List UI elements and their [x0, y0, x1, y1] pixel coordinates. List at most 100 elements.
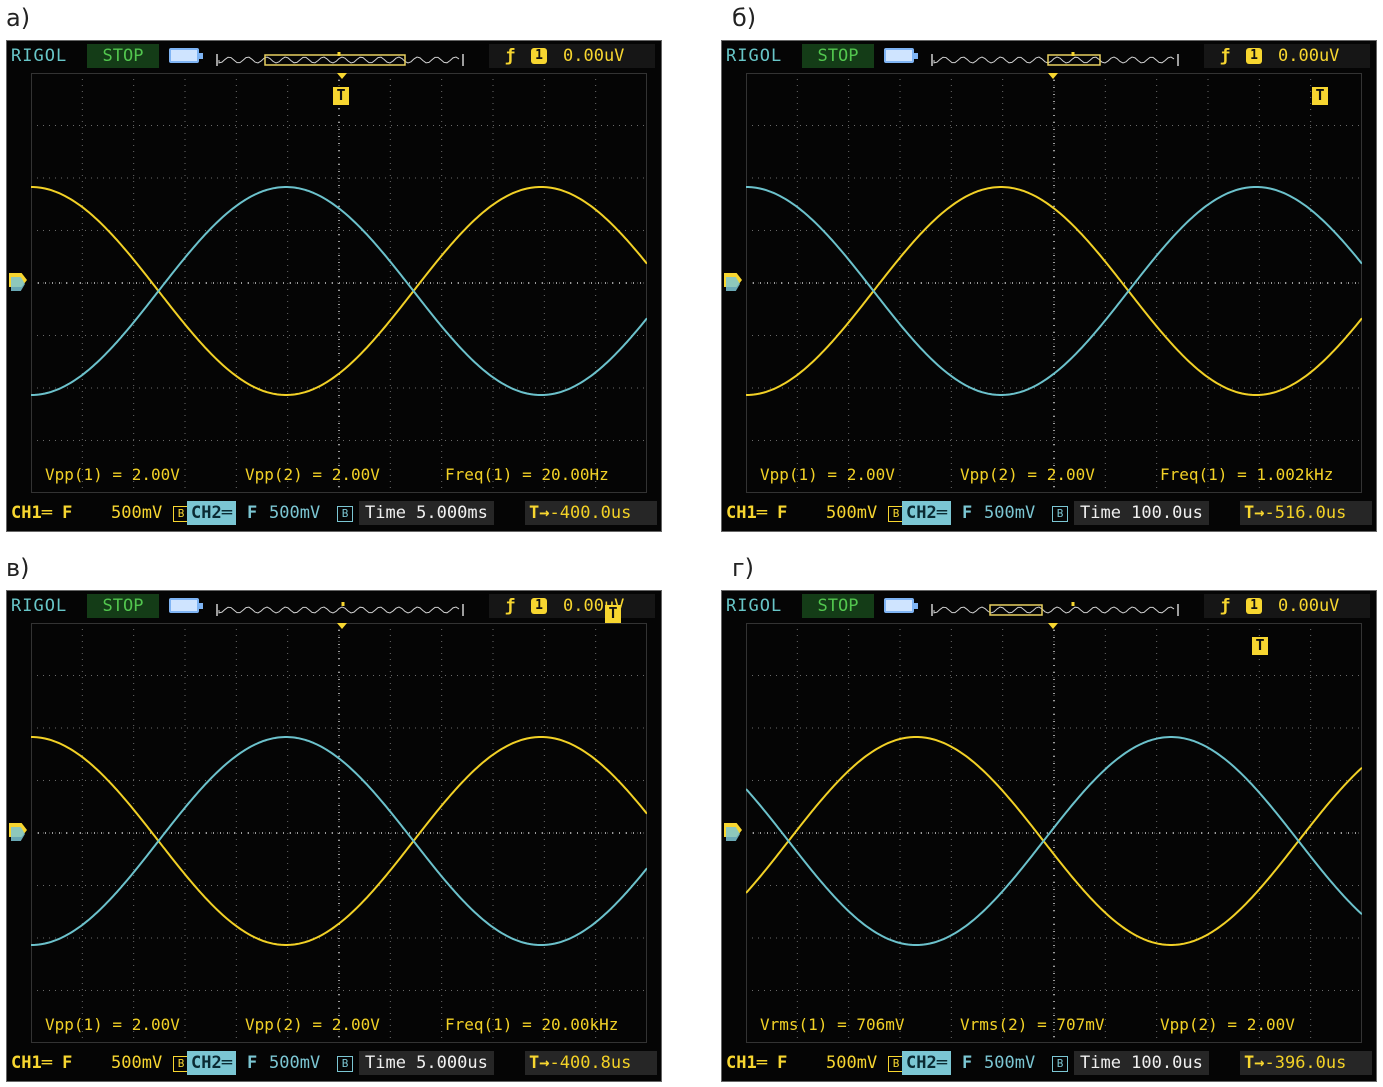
- trigger-settings[interactable]: ƒ 1 0.00uV: [1204, 594, 1370, 618]
- trigger-level-marker[interactable]: T: [1312, 87, 1328, 105]
- trigger-level: 0.00uV: [563, 46, 625, 66]
- oscilloscope-panel: RIGOL STOP ƒ 1 0.00uV T Vpp(1) = 2.00V Vpp(2) =…: [721, 40, 1377, 532]
- trigger-delay-value: -516.0us: [1264, 503, 1347, 523]
- battery-icon: [884, 598, 918, 613]
- waveform-grid: [31, 73, 647, 493]
- ch1-volts-div[interactable]: 500mV: [111, 499, 162, 527]
- ch1-volts-div[interactable]: 500mV: [826, 1049, 877, 1077]
- ch2-volts-div[interactable]: 500mV: [269, 1049, 320, 1077]
- waveform-grid: [746, 73, 1362, 493]
- trigger-source-badge: 1: [531, 598, 547, 614]
- rising-edge-icon: ƒ: [505, 46, 516, 66]
- measurement-readout: Vpp(2) = 2.00V: [245, 465, 380, 484]
- timebase-readout[interactable]: Time 100.0us: [1074, 501, 1209, 525]
- measurement-readout: Freq(1) = 20.00Hz: [445, 465, 609, 484]
- brand-label: RIGOL: [726, 46, 783, 66]
- ch2-bandwidth-limit-icon: B: [337, 506, 353, 522]
- ch2-volts-div[interactable]: 500mV: [269, 499, 320, 527]
- trigger-offset-icon: T→: [529, 1053, 550, 1073]
- timebase-readout[interactable]: Time 5.000ms: [359, 501, 494, 525]
- bottom-status-bar: CH1═ F 500mV B CH2═ F 500mV B Time 5.000ms T→-40…: [7, 499, 661, 527]
- ch1-coupling[interactable]: CH1═ F: [11, 1049, 72, 1077]
- panel-letter-v: в): [6, 554, 30, 582]
- trigger-delay-readout[interactable]: T→-400.0us: [525, 501, 657, 525]
- trigger-source-badge: 1: [531, 48, 547, 64]
- trigger-delay-readout[interactable]: T→-516.0us: [1240, 501, 1372, 525]
- waveform-display[interactable]: [746, 623, 1362, 1043]
- rising-edge-icon: ƒ: [1220, 46, 1231, 66]
- waveform-display[interactable]: [31, 73, 647, 493]
- battery-icon: [169, 48, 203, 63]
- ch2-bandwidth-limit-icon: B: [337, 1056, 353, 1072]
- memory-position-indicator[interactable]: [215, 598, 465, 616]
- ch2-coupling[interactable]: CH2═: [187, 501, 236, 525]
- rising-edge-icon: ƒ: [505, 596, 516, 616]
- measurement-readout: Vrms(1) = 706mV: [760, 1015, 905, 1034]
- ch2-bandwidth-limit-icon: B: [1052, 1056, 1068, 1072]
- oscilloscope-panel: RIGOL STOP ƒ 1 0.00uV T Vrms(1) = 706mV Vrms(2)…: [721, 590, 1377, 1082]
- memory-position-indicator[interactable]: [930, 598, 1180, 616]
- trigger-delay-readout[interactable]: T→-400.8us: [525, 1051, 657, 1075]
- waveform-display[interactable]: [746, 73, 1362, 493]
- trigger-offset-icon: T→: [1244, 1053, 1265, 1073]
- trigger-offset-icon: T→: [529, 503, 550, 523]
- memory-position-indicator[interactable]: [215, 48, 465, 66]
- trigger-level: 0.00uV: [1278, 596, 1340, 616]
- trigger-delay-readout[interactable]: T→-396.0us: [1240, 1051, 1372, 1075]
- brand-label: RIGOL: [11, 596, 68, 616]
- measurement-readout: Vrms(2) = 707mV: [960, 1015, 1105, 1034]
- trigger-source-badge: 1: [1246, 598, 1262, 614]
- measurement-readout: Vpp(2) = 2.00V: [245, 1015, 380, 1034]
- ch2-coupling[interactable]: CH2═: [187, 1051, 236, 1075]
- run-stop-status[interactable]: STOP: [802, 44, 874, 68]
- run-stop-status[interactable]: STOP: [802, 594, 874, 618]
- top-status-bar: RIGOL STOP ƒ 1 0.00uV: [7, 591, 661, 621]
- trigger-level: 0.00uV: [1278, 46, 1340, 66]
- bottom-status-bar: CH1═ F 500mV B CH2═ F 500mV B Time 100.0us T→-39…: [722, 1049, 1376, 1077]
- run-stop-status[interactable]: STOP: [87, 44, 159, 68]
- ch1-coupling[interactable]: CH1═ F: [726, 499, 787, 527]
- measurement-readout: Vpp(1) = 2.00V: [45, 1015, 180, 1034]
- ch2-filter-label: F: [962, 1053, 973, 1073]
- oscilloscope-panel: RIGOL STOP ƒ 1 0.00uV T Vpp(1) = 2.00V Vpp(2) =…: [6, 590, 662, 1082]
- trigger-offset-icon: T→: [1244, 503, 1265, 523]
- ch1-volts-div[interactable]: 500mV: [111, 1049, 162, 1077]
- ch1-coupling[interactable]: CH1═ F: [726, 1049, 787, 1077]
- trigger-level-marker[interactable]: T: [605, 605, 621, 623]
- panel-letter-b: б): [732, 4, 757, 32]
- trigger-level-marker[interactable]: T: [1252, 637, 1268, 655]
- trigger-source-badge: 1: [1246, 48, 1262, 64]
- panel-letter-g: г): [732, 554, 754, 582]
- ch1-coupling[interactable]: CH1═ F: [11, 499, 72, 527]
- timebase-readout[interactable]: Time 5.000us: [359, 1051, 494, 1075]
- memory-position-indicator[interactable]: [930, 48, 1180, 66]
- rising-edge-icon: ƒ: [1220, 596, 1231, 616]
- trigger-settings[interactable]: ƒ 1 0.00uV: [1204, 44, 1370, 68]
- ch2-volts-div[interactable]: 500mV: [984, 1049, 1035, 1077]
- brand-label: RIGOL: [11, 46, 68, 66]
- trigger-level-marker[interactable]: T: [333, 87, 349, 105]
- timebase-readout[interactable]: Time 100.0us: [1074, 1051, 1209, 1075]
- waveform-display[interactable]: [31, 623, 647, 1043]
- ch1-volts-div[interactable]: 500mV: [826, 499, 877, 527]
- ch2-volts-div[interactable]: 500mV: [984, 499, 1035, 527]
- trigger-delay-value: -396.0us: [1264, 1053, 1347, 1073]
- ch2-filter-label: F: [247, 503, 258, 523]
- trigger-settings[interactable]: ƒ 1 0.00uV: [489, 44, 655, 68]
- waveform-grid: [746, 623, 1362, 1043]
- oscilloscope-panel: RIGOL STOP ƒ 1 0.00uV T Vpp(1) = 2.00V Vpp(2) =…: [6, 40, 662, 532]
- bottom-status-bar: CH1═ F 500mV B CH2═ F 500mV B Time 100.0us T→-51…: [722, 499, 1376, 527]
- top-status-bar: RIGOL STOP ƒ 1 0.00uV: [722, 41, 1376, 71]
- trigger-settings[interactable]: ƒ 1 0.00uV: [489, 594, 655, 618]
- brand-label: RIGOL: [726, 596, 783, 616]
- measurement-readout: Freq(1) = 1.002kHz: [1160, 465, 1334, 484]
- bottom-status-bar: CH1═ F 500mV B CH2═ F 500mV B Time 5.000us T→-40…: [7, 1049, 661, 1077]
- panel-letter-a: а): [6, 4, 31, 32]
- battery-icon: [884, 48, 918, 63]
- waveform-grid: [31, 623, 647, 1043]
- trigger-delay-value: -400.0us: [549, 503, 632, 523]
- ch2-coupling[interactable]: CH2═: [902, 1051, 951, 1075]
- ch2-coupling[interactable]: CH2═: [902, 501, 951, 525]
- run-stop-status[interactable]: STOP: [87, 594, 159, 618]
- ch2-filter-label: F: [962, 503, 973, 523]
